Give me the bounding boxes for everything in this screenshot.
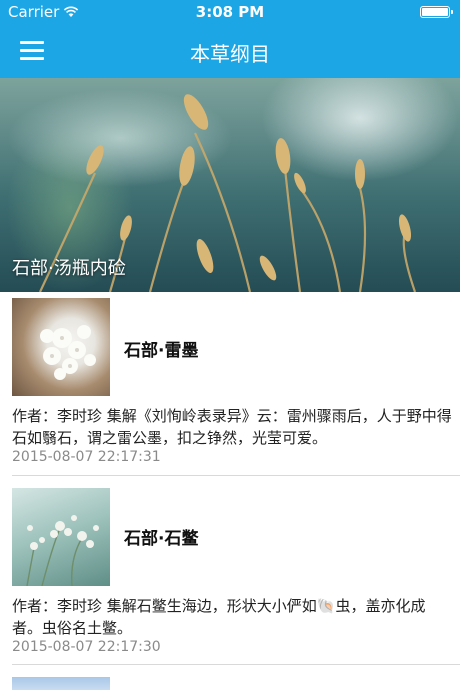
article-thumbnail (12, 298, 110, 396)
battery-icon (420, 6, 453, 18)
article-thumbnail (12, 488, 110, 586)
article-thumbnail (12, 677, 110, 690)
article-title: 石部·雷墨 (124, 341, 199, 361)
article-title: 石部·石鳖 (124, 529, 199, 549)
article-summary: 作者：李时珍 集解石鳖生海边，形状大小俨如🐚虫，盖亦化成者。虫俗名土鳖。 (12, 597, 426, 637)
status-bar: Carrier 3:08 PM (0, 0, 460, 24)
list-item[interactable]: 石部·雷墨 作者：李时珍 集解《刘恂岭表录异》云：雷州骤雨后，人于野中得石如翳石… (0, 292, 460, 474)
page-title: 本草纲目 (190, 42, 270, 66)
list-item[interactable]: 石部·石鳖 作者：李时珍 集解石鳖生海边，形状大小俨如🐚虫，盖亦化成者。虫俗名土… (0, 476, 460, 664)
nav-bar: 本草纲目 (0, 24, 460, 78)
article-date: 2015-08-07 22:17:31 (12, 449, 161, 465)
status-time: 3:08 PM (195, 3, 265, 21)
article-summary: 作者：李时珍 集解《刘恂岭表录异》云：雷州骤雨后，人于野中得石如翳石，谓之雷公墨… (12, 407, 452, 447)
list-item[interactable] (0, 665, 460, 690)
article-date: 2015-08-07 22:17:30 (12, 639, 161, 655)
banner-caption: 石部·汤瓶内硷 (12, 258, 126, 279)
banner[interactable]: 石部·汤瓶内硷 (0, 78, 460, 292)
